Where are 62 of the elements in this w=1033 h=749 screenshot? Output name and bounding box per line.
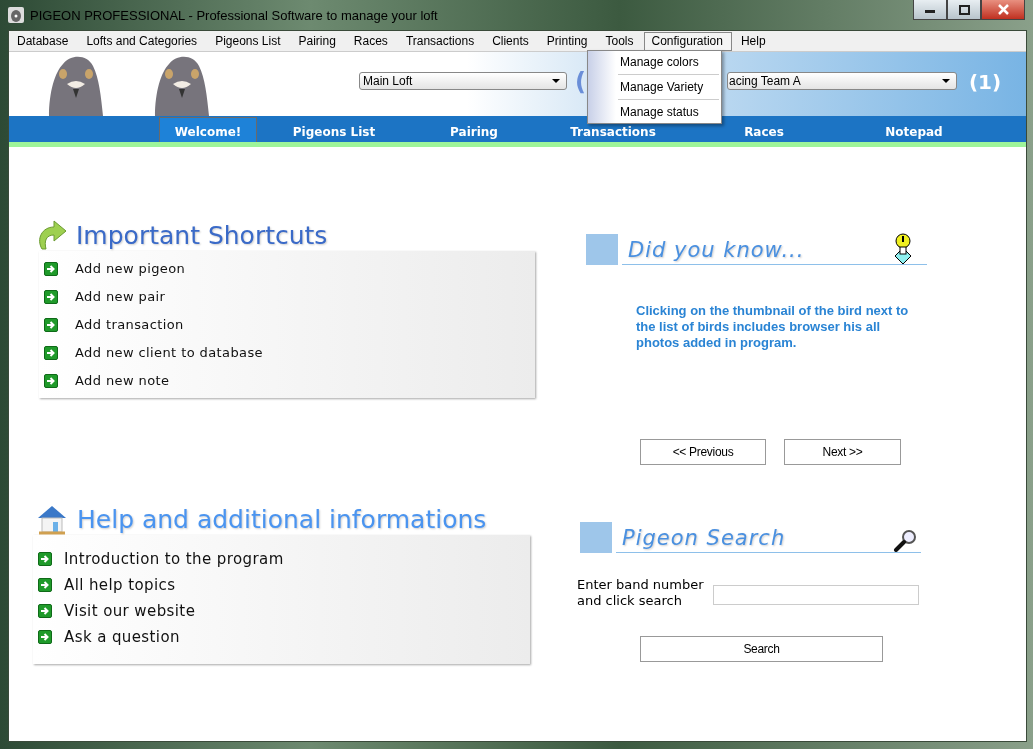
title-marker: [580, 522, 612, 553]
menu-option[interactable]: Manage Variety: [588, 78, 721, 96]
menu-item[interactable]: Printing: [538, 31, 597, 51]
section-title: Help and additional informations: [77, 504, 487, 534]
caret-icon: [941, 79, 950, 83]
search-icon: [893, 528, 917, 552]
menu-item[interactable]: Database: [9, 31, 78, 51]
title-marker: [586, 234, 618, 265]
section-title: Pigeon Search: [622, 525, 786, 552]
menu-item[interactable]: Transactions: [397, 31, 484, 51]
shortcut-link[interactable]: Add transaction: [75, 317, 184, 332]
close-button[interactable]: [981, 0, 1025, 20]
arrow-icon: [38, 630, 52, 644]
menu-item[interactable]: Pigeons List: [207, 31, 290, 51]
tab[interactable]: Pairing: [411, 116, 537, 142]
menu-item[interactable]: Help: [732, 31, 775, 51]
shortcut-link[interactable]: Add new note: [75, 373, 170, 388]
arrow-icon: [38, 552, 52, 566]
maximize-icon: [958, 4, 970, 15]
tab[interactable]: Pigeons List: [257, 116, 411, 142]
tab[interactable]: Notepad: [839, 116, 989, 142]
arrow-icon: [44, 373, 58, 388]
menu-item[interactable]: Tools: [597, 31, 643, 51]
arrow-icon: [44, 261, 58, 276]
menu-item[interactable]: Pairing: [290, 31, 345, 51]
curved-arrow-icon: [36, 219, 68, 251]
menu-item[interactable]: Clients: [484, 31, 538, 51]
shortcut-link[interactable]: Add new client to database: [75, 345, 263, 360]
minimize-button[interactable]: [913, 0, 947, 20]
team-count: (1): [968, 70, 1002, 94]
menu-option[interactable]: Manage colors: [588, 53, 721, 71]
arrow-icon: [44, 345, 58, 360]
bracket-text: (: [575, 68, 586, 96]
nav-button[interactable]: << Previous: [640, 439, 766, 465]
close-icon: [997, 4, 1009, 15]
app-icon: [8, 7, 24, 23]
shortcut-link[interactable]: All help topics: [64, 576, 176, 594]
caret-icon: [552, 79, 560, 83]
maximize-button[interactable]: [947, 0, 981, 20]
shortcut-link[interactable]: Introduction to the program: [64, 550, 284, 568]
menu-item[interactable]: Configuration: [643, 31, 732, 51]
arrow-icon: [44, 289, 58, 304]
shortcut-link[interactable]: Add new pair: [75, 289, 166, 304]
tip-text: Clicking on the thumbnail of the bird next to the list of birds includes browser his all photos added in program.: [636, 303, 910, 351]
window-title: PIGEON PROFESSIONAL - Professional Software to manage your loft: [30, 7, 438, 23]
team-dropdown[interactable]: acing Team A: [726, 72, 957, 90]
arrow-icon: [38, 604, 52, 618]
menu-item[interactable]: Lofts and Categories: [78, 31, 207, 51]
menu-item[interactable]: Races: [345, 31, 397, 51]
loft-dropdown[interactable]: Main Loft: [359, 72, 567, 90]
arrow-icon: [44, 317, 58, 332]
nav-button[interactable]: Next >>: [784, 439, 901, 465]
shortcut-link[interactable]: Ask a question: [64, 628, 180, 646]
field-label: Enter band number and click search: [577, 577, 705, 609]
search-button[interactable]: Search: [640, 636, 883, 662]
section-title: Did you know...: [628, 237, 805, 264]
shortcut-link[interactable]: Visit our website: [64, 602, 196, 620]
tab[interactable]: Welcome!: [159, 117, 257, 142]
band-number-field[interactable]: [713, 585, 919, 605]
arrow-icon: [38, 578, 52, 592]
shortcut-link[interactable]: Add new pigeon: [75, 261, 186, 276]
section-title: Important Shortcuts: [76, 220, 328, 250]
